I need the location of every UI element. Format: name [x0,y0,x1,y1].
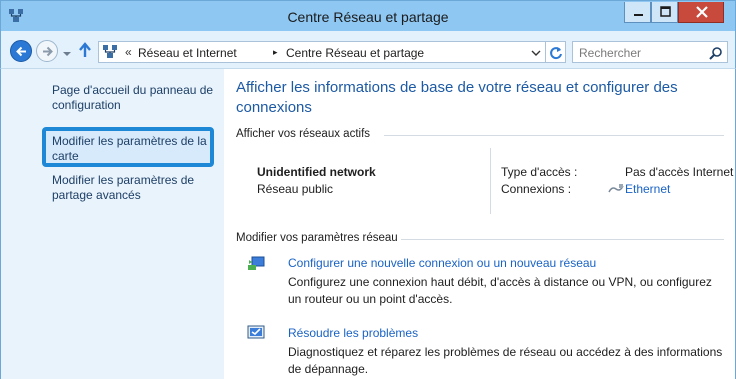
title-bar: Centre Réseau et partage [0,0,736,31]
network-name: Unidentified network [257,165,376,179]
setup-connection-description: Configurez une connexion haut débit, d'a… [288,275,712,306]
sidebar-item-advanced-sharing[interactable]: Modifier les paramètres de partage avanc… [52,173,217,203]
troubleshoot-icon[interactable] [247,324,265,342]
main-content: Afficher les informations de base de vot… [224,69,736,379]
minimize-button[interactable] [624,2,651,23]
breadcrumb-reseau-internet[interactable]: Réseau et Internet [138,46,237,60]
navigation-bar: « Réseau et Internet ▸ Centre Réseau et … [0,31,736,69]
close-button[interactable] [678,2,724,23]
search-box[interactable] [572,41,728,63]
close-icon [696,6,708,18]
access-type-value: Pas d'accès Internet [625,165,734,179]
breadcrumb-centre-reseau[interactable]: Centre Réseau et partage [286,46,424,60]
breadcrumb-separator[interactable]: ▸ [273,47,278,58]
refresh-icon [550,47,562,60]
active-networks-heading: Afficher vos réseaux actifs [236,128,371,140]
search-input[interactable] [579,45,699,60]
back-button[interactable] [10,40,32,62]
ethernet-link[interactable]: Ethernet [625,182,670,196]
minimize-icon [634,14,643,16]
network-settings-heading: Modifier vos paramètres réseau [236,232,398,244]
up-button[interactable] [78,42,92,58]
search-icon[interactable] [709,46,723,60]
refresh-button[interactable] [546,41,566,63]
arrow-right-icon [43,46,53,57]
setup-connection-link[interactable]: Configurer une nouvelle connexion ou un … [288,256,596,270]
maximize-button[interactable] [651,2,678,23]
arrow-up-icon [79,42,91,57]
troubleshoot-link[interactable]: Résoudre les problèmes [288,326,418,340]
troubleshoot-description: Diagnostiquez et réparez les problèmes d… [288,345,723,376]
divider [490,148,491,214]
sidebar-item-control-panel-home[interactable]: Page d'accueil du panneau de configurati… [52,83,217,113]
divider [384,135,724,136]
recent-locations-icon[interactable] [63,47,71,56]
network-type: Réseau public [257,182,334,196]
address-bar[interactable]: « Réseau et Internet ▸ Centre Réseau et … [98,41,546,63]
access-type-label: Type d'accès : [501,165,578,179]
forward-button[interactable] [36,40,58,62]
divider [401,239,724,240]
new-connection-icon[interactable] [247,254,265,272]
sidebar: Page d'accueil du panneau de configurati… [0,69,224,379]
page-title: Afficher les informations de base de vot… [236,79,678,116]
breadcrumb-overflow[interactable]: « [125,45,132,59]
chevron-down-icon[interactable] [531,47,541,57]
sidebar-item-adapter-settings[interactable]: Modifier les paramètres de la carte [52,134,217,164]
network-icon [102,44,118,60]
arrow-left-icon [16,46,26,57]
ethernet-icon [608,183,624,195]
connections-label: Connexions : [501,182,572,196]
maximize-icon [660,6,671,17]
